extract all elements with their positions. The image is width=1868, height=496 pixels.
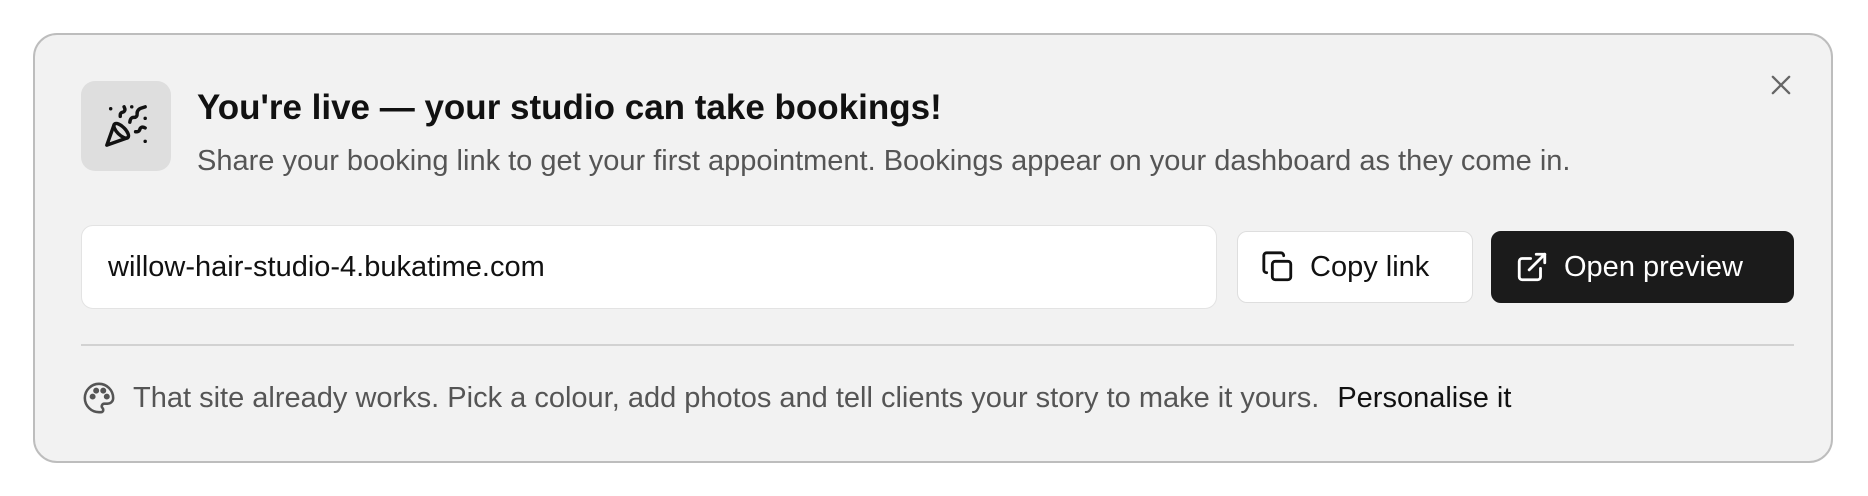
- copy-link-button[interactable]: Copy link: [1237, 231, 1473, 303]
- external-link-icon: [1514, 249, 1550, 285]
- personalise-row: That site already works. Pick a colour, …: [81, 375, 1511, 421]
- open-preview-button[interactable]: Open preview: [1491, 231, 1794, 303]
- party-popper-icon: [81, 81, 171, 171]
- go-live-banner: You're live — your studio can take booki…: [33, 33, 1833, 463]
- booking-link-field[interactable]: [81, 225, 1217, 309]
- copy-link-label: Copy link: [1310, 250, 1430, 283]
- close-button[interactable]: [1761, 65, 1801, 105]
- divider: [81, 344, 1794, 346]
- palette-icon: [81, 380, 117, 416]
- banner-title: You're live — your studio can take booki…: [197, 88, 942, 127]
- close-icon: [1771, 75, 1791, 95]
- banner-subtitle: Share your booking link to get your firs…: [197, 145, 1571, 177]
- open-preview-label: Open preview: [1564, 250, 1743, 283]
- personalise-link[interactable]: Personalise it: [1337, 382, 1511, 415]
- personalise-hint: That site already works. Pick a colour, …: [133, 381, 1320, 414]
- copy-icon: [1260, 249, 1296, 285]
